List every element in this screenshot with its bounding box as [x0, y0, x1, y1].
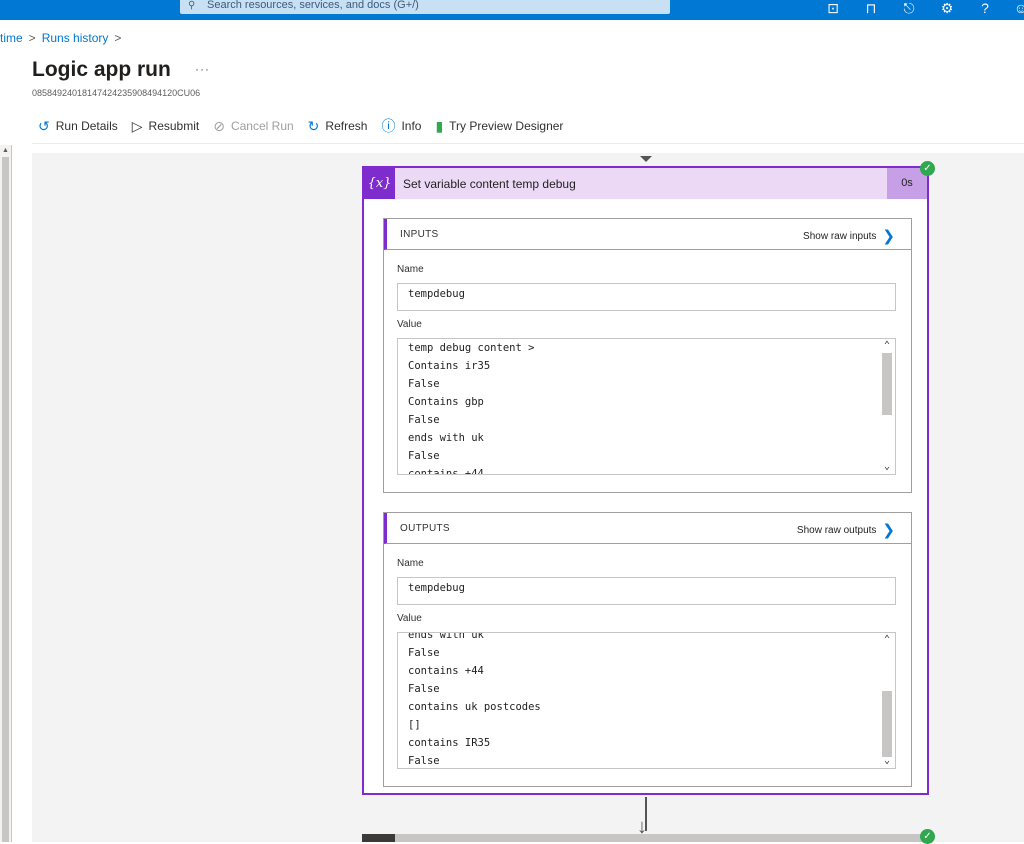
refresh-label: Refresh — [325, 119, 368, 133]
chevron-right-icon: ❯ — [882, 228, 895, 245]
value-line: Contains gbp — [408, 396, 484, 408]
try-preview-designer-button[interactable]: ▮ Try Preview Designer — [435, 118, 563, 135]
outputs-value-scrollbar[interactable]: ⌃ ⌄ — [880, 633, 894, 768]
inputs-value-label: Value — [397, 319, 422, 330]
arrow-down-icon: ↓ — [637, 816, 647, 838]
bell-icon[interactable]: ⎋ — [898, 0, 920, 18]
value-line: Contains ir35 — [408, 360, 491, 372]
value-line: False — [408, 755, 440, 767]
resubmit-icon: ▷ — [131, 117, 143, 134]
value-line: temp debug content > — [408, 342, 535, 354]
value-line: contains +44 — [408, 468, 484, 475]
value-line: ends with uk — [408, 432, 484, 444]
top-navigation-bar: ⚲ Search resources, services, and docs (… — [0, 0, 1024, 20]
inputs-section: INPUTS Show raw inputs ❯ Name tempdebug … — [383, 218, 912, 493]
inputs-value-field[interactable]: temp debug content > Contains ir35 False… — [397, 338, 896, 475]
search-placeholder: Search resources, services, and docs (G+… — [207, 0, 419, 11]
cancel-icon: ⊘ — [213, 117, 225, 134]
command-toolbar: ↺ Run Details ▷ Resubmit ⊘ Cancel Run ↻ … — [38, 116, 577, 136]
scroll-up-icon[interactable]: ▲ — [2, 147, 9, 154]
variable-icon: {x} — [364, 168, 395, 199]
breadcrumb-item-runs-history[interactable]: Runs history — [42, 31, 109, 45]
inputs-header: INPUTS Show raw inputs ❯ — [384, 219, 911, 250]
inputs-value-scrollbar[interactable]: ⌃ ⌄ — [880, 339, 894, 474]
chevron-down-icon[interactable]: ⌄ — [880, 461, 894, 473]
value-line: contains IR35 — [408, 737, 491, 749]
resubmit-button[interactable]: ▷ Resubmit — [132, 118, 199, 135]
breadcrumb: time > Runs history > — [0, 31, 127, 45]
run-details-label: Run Details — [55, 119, 118, 133]
breadcrumb-item-time[interactable]: time — [0, 31, 23, 45]
info-label: Info — [401, 119, 422, 133]
outputs-header: OUTPUTS Show raw outputs ❯ — [384, 513, 911, 544]
page-scrollbar-thumb[interactable] — [2, 157, 9, 842]
show-raw-outputs-link[interactable]: Show raw outputs ❯ — [797, 521, 895, 539]
incoming-connector-arrow — [640, 156, 652, 162]
next-action-icon — [362, 834, 395, 842]
value-line: [] — [408, 719, 421, 731]
inputs-label: INPUTS — [400, 229, 439, 240]
value-line: False — [408, 450, 440, 462]
value-line: False — [408, 683, 440, 695]
global-search-box[interactable]: ⚲ Search resources, services, and docs (… — [180, 0, 670, 14]
cancel-run-label: Cancel Run — [230, 119, 294, 133]
outputs-value-field[interactable]: ends with uk False contains +44 False co… — [397, 632, 896, 769]
chevron-up-icon[interactable]: ⌃ — [880, 340, 894, 352]
scrollbar-thumb[interactable] — [882, 691, 892, 757]
user-icon[interactable]: ☺ — [1010, 0, 1024, 18]
chevron-up-icon[interactable]: ⌃ — [880, 634, 894, 646]
outputs-value-label: Value — [397, 613, 422, 624]
chevron-down-icon[interactable]: ⌄ — [880, 755, 894, 767]
outputs-label: OUTPUTS — [400, 523, 450, 534]
refresh-button[interactable]: ↻ Refresh — [308, 118, 368, 135]
run-id: 08584924018147424235908494120CU06 — [32, 88, 201, 98]
value-line: False — [408, 414, 440, 426]
terminal-icon[interactable]: ⊡ — [822, 0, 844, 18]
value-line: contains uk postcodes — [408, 701, 541, 713]
bookmark-icon: ▮ — [435, 117, 444, 134]
show-raw-inputs-link[interactable]: Show raw inputs ❯ — [803, 227, 895, 245]
refresh-icon: ↻ — [307, 117, 320, 134]
breadcrumb-separator: > — [114, 31, 122, 45]
info-icon: ⓘ — [381, 118, 396, 134]
action-card-header[interactable]: {x} Set variable content temp debug 0s — [364, 168, 927, 199]
outputs-section: OUTPUTS Show raw outputs ❯ Name tempdebu… — [383, 512, 912, 787]
cancel-run-button[interactable]: ⊘ Cancel Run — [213, 118, 293, 135]
show-raw-outputs-label: Show raw outputs — [796, 524, 877, 536]
action-card-set-variable[interactable]: {x} Set variable content temp debug 0s I… — [362, 166, 929, 795]
action-title: Set variable content temp debug — [403, 177, 576, 191]
value-line: False — [408, 378, 440, 390]
outputs-name-field[interactable]: tempdebug — [397, 577, 896, 605]
search-icon: ⚲ — [188, 0, 196, 11]
value-line: False — [408, 647, 440, 659]
page-title: Logic app run — [32, 58, 171, 81]
chevron-right-icon: ❯ — [882, 522, 895, 539]
page-scrollbar[interactable]: ▲ — [0, 145, 12, 842]
next-action-card[interactable] — [362, 834, 929, 842]
directory-filter-icon[interactable]: ⊓ — [860, 0, 882, 18]
info-button[interactable]: ⓘ Info — [381, 116, 421, 136]
value-line: ends with uk — [408, 632, 484, 641]
show-raw-inputs-label: Show raw inputs — [803, 230, 877, 242]
help-icon[interactable]: ? — [974, 0, 996, 18]
breadcrumb-separator: > — [28, 31, 36, 45]
history-icon: ↺ — [38, 117, 50, 134]
more-options-button[interactable]: ··· — [195, 62, 210, 76]
success-check-icon: ✓ — [920, 161, 935, 176]
settings-icon[interactable]: ⚙ — [936, 0, 958, 18]
run-details-button[interactable]: ↺ Run Details — [38, 118, 118, 135]
inputs-name-label: Name — [397, 264, 424, 275]
outputs-name-label: Name — [397, 558, 424, 569]
outputs-value-lines: ends with uk False contains +44 False co… — [408, 632, 868, 768]
resubmit-label: Resubmit — [148, 119, 200, 133]
toolbar-divider — [32, 143, 1024, 144]
value-line: contains +44 — [408, 665, 484, 677]
try-preview-designer-label: Try Preview Designer — [449, 119, 564, 133]
inputs-value-lines: temp debug content > Contains ir35 False… — [408, 339, 868, 475]
scrollbar-thumb[interactable] — [882, 353, 892, 415]
inputs-name-field[interactable]: tempdebug — [397, 283, 896, 311]
